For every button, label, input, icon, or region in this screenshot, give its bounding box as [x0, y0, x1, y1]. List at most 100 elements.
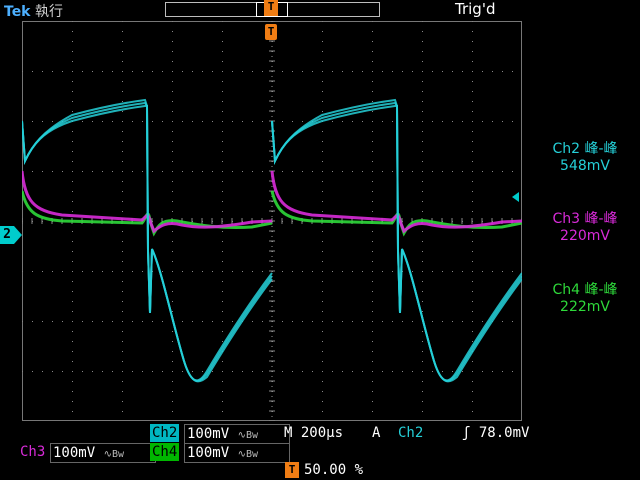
grid-dot: [92, 121, 93, 122]
grid-dot: [472, 361, 473, 362]
grid-dot: [342, 71, 343, 72]
grid-dot: [412, 271, 413, 272]
grid-dot: [372, 401, 373, 402]
grid-dot: [392, 71, 393, 72]
grid-dot: [422, 391, 423, 392]
grid-dot: [152, 171, 153, 172]
grid-dot: [152, 371, 153, 372]
measurement-ch2: Ch2 峰-峰 548mV: [530, 141, 640, 175]
grid-dot: [252, 171, 253, 172]
grid-dot: [372, 51, 373, 52]
grid-dot: [142, 371, 143, 372]
grid-dot: [222, 341, 223, 342]
grid-dot: [332, 271, 333, 272]
ch3-scale[interactable]: 100mV ∿Bw: [50, 443, 156, 463]
trigger-source[interactable]: Ch2: [396, 424, 425, 442]
grid-dot: [52, 321, 53, 322]
grid-dot: [32, 321, 33, 322]
grid-dot: [212, 121, 213, 122]
grid-dot: [152, 121, 153, 122]
ch2-trace: [271, 98, 522, 383]
grid-dot: [72, 201, 73, 202]
grid-dot: [472, 141, 473, 142]
trigger-mode[interactable]: A: [370, 424, 382, 442]
grid-dot: [402, 371, 403, 372]
grid-dot: [222, 231, 223, 232]
ch2-trace: [22, 98, 273, 383]
grid-dot: [282, 171, 283, 172]
grid-dot: [42, 271, 43, 272]
ch2-label[interactable]: Ch2: [150, 424, 180, 442]
grid-dot: [332, 321, 333, 322]
grid-dot: [482, 171, 483, 172]
grid-dot: [252, 121, 253, 122]
grid-dot: [402, 171, 403, 172]
grid-dot: [72, 41, 73, 42]
grid-dot: [252, 321, 253, 322]
timebase[interactable]: M 200µs: [282, 424, 345, 442]
trigger-position-top-icon: T: [264, 0, 278, 16]
grid-dot: [262, 321, 263, 322]
grid-dot: [322, 81, 323, 82]
grid-dot: [152, 71, 153, 72]
grid-dot: [342, 171, 343, 172]
grid-dot: [222, 401, 223, 402]
grid-dot: [322, 401, 323, 402]
grid-dot: [302, 71, 303, 72]
ch4-label[interactable]: Ch4: [150, 443, 180, 461]
measurement-ch3: Ch3 峰-峰 220mV: [530, 211, 640, 245]
grid-dot: [382, 121, 383, 122]
grid-dot: [122, 141, 123, 142]
trigger-position[interactable]: 50.00 %: [302, 461, 365, 479]
grid-dot: [382, 371, 383, 372]
grid-dot: [372, 201, 373, 202]
grid-dot: [222, 381, 223, 382]
trigger-level-value: 78.0mV: [478, 425, 530, 441]
grid-dot: [92, 171, 93, 172]
grid-dot: [342, 271, 343, 272]
grid-dot: [172, 351, 173, 352]
grid-dot: [362, 371, 363, 372]
grid-dot: [122, 91, 123, 92]
grid-dot: [72, 211, 73, 212]
grid-dot: [352, 271, 353, 272]
grid-dot: [422, 271, 423, 272]
grid-dot: [482, 271, 483, 272]
grid-dot: [322, 311, 323, 312]
grid-dot: [372, 181, 373, 182]
grid-dot: [172, 241, 173, 242]
grid-dot: [122, 181, 123, 182]
grid-dot: [412, 121, 413, 122]
grid-dot: [322, 341, 323, 342]
grid-dot: [472, 171, 473, 172]
trigger-level[interactable]: ʃ 78.0mV: [460, 424, 531, 442]
grid-dot: [472, 241, 473, 242]
grid-dot: [372, 341, 373, 342]
grid-dot: [92, 71, 93, 72]
grid-dot: [122, 21, 123, 22]
grid-dot: [202, 121, 203, 122]
grid-dot: [132, 71, 133, 72]
grid-dot: [372, 311, 373, 312]
grid-dot: [122, 201, 123, 202]
grid-dot: [322, 271, 323, 272]
ch3-label[interactable]: Ch3: [18, 443, 47, 461]
grid-dot: [422, 231, 423, 232]
grid-dot: [252, 371, 253, 372]
grid-dot: [332, 71, 333, 72]
grid-dot: [322, 361, 323, 362]
grid-dot: [122, 301, 123, 302]
grid-dot: [372, 71, 373, 72]
ch2-scale[interactable]: 100mV ∿Bw: [184, 424, 290, 444]
ch2-ground-marker[interactable]: 2: [0, 226, 22, 244]
trigger-point-icon[interactable]: T: [265, 24, 277, 40]
grid-dot: [472, 411, 473, 412]
grid-dot: [472, 211, 473, 212]
ch4-scale[interactable]: 100mV ∿Bw: [184, 443, 290, 463]
grid-dot: [372, 161, 373, 162]
grid-dot: [372, 281, 373, 282]
grid-dot: [322, 251, 323, 252]
grid-dot: [62, 371, 63, 372]
grid-dot: [72, 341, 73, 342]
grid-dot: [422, 261, 423, 262]
